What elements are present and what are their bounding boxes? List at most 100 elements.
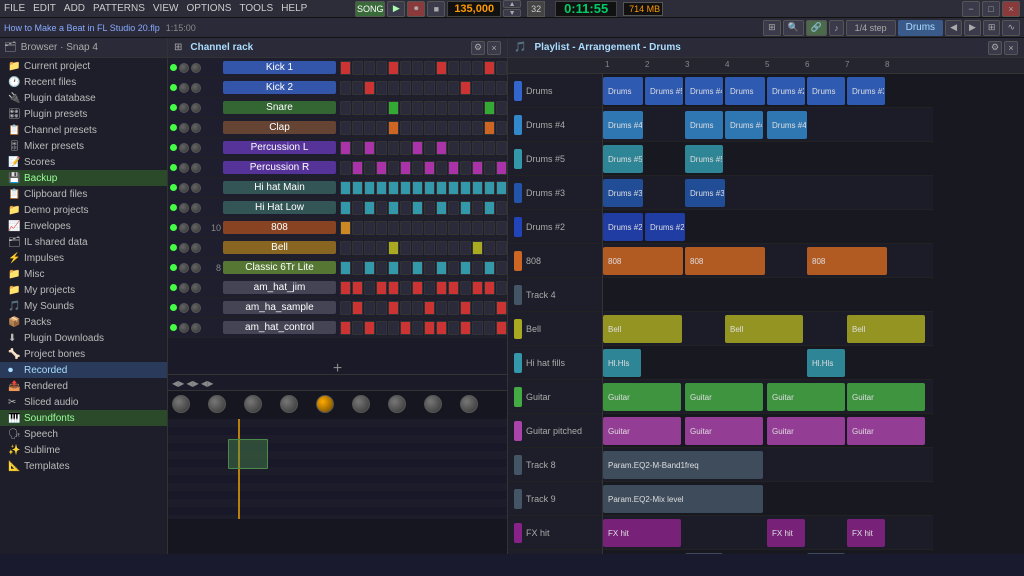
track-label-8[interactable]: Hi hat fills — [508, 346, 602, 380]
pad-13-4[interactable] — [388, 321, 399, 335]
sidebar-item-il-shared-data[interactable]: 🗂IL shared data — [0, 234, 167, 250]
pad-7-13[interactable] — [496, 201, 507, 215]
ch-pan-knob-2[interactable] — [191, 103, 201, 113]
pad-1-5[interactable] — [400, 81, 411, 95]
pad-5-0[interactable] — [340, 161, 351, 175]
track-label-11[interactable]: Track 8 — [508, 448, 602, 482]
sidebar-item-plugin-downloads[interactable]: ⬇Plugin Downloads — [0, 330, 167, 346]
pad-11-3[interactable] — [376, 281, 387, 295]
ch-led-4[interactable] — [170, 144, 177, 151]
pad-5-9[interactable] — [448, 161, 459, 175]
pad-13-0[interactable] — [340, 321, 351, 335]
ch-pan-knob-9[interactable] — [191, 243, 201, 253]
pad-10-10[interactable] — [460, 261, 471, 275]
pad-9-2[interactable] — [364, 241, 375, 255]
ch-led-8[interactable] — [170, 224, 177, 231]
ch-pan-knob-12[interactable] — [191, 303, 201, 313]
pad-1-7[interactable] — [424, 81, 435, 95]
pattern-block-14-1[interactable]: YFX_2 — [807, 553, 845, 554]
knob-9[interactable] — [460, 395, 478, 413]
ch-name-3[interactable]: Clap — [223, 121, 336, 134]
menu-options[interactable]: OPTIONS — [186, 3, 231, 14]
pattern-block-0-4[interactable]: Drums #2 — [767, 77, 805, 105]
pattern-block-10-3[interactable]: Guitar — [847, 417, 925, 445]
pattern-block-1-1[interactable]: Drums — [685, 111, 723, 139]
ch-vol-knob-9[interactable] — [179, 243, 189, 253]
sidebar-item-rendered[interactable]: 📤Rendered — [0, 378, 167, 394]
ch-name-6[interactable]: Hi hat Main — [223, 181, 336, 194]
pattern-block-3-1[interactable]: Drums #3 — [685, 179, 725, 207]
pattern-block-13-1[interactable]: FX hit — [767, 519, 805, 547]
ch-vol-knob-2[interactable] — [179, 103, 189, 113]
pad-7-12[interactable] — [484, 201, 495, 215]
pad-9-8[interactable] — [436, 241, 447, 255]
pad-0-3[interactable] — [376, 61, 387, 75]
pad-12-7[interactable] — [424, 301, 435, 315]
pattern-block-1-0[interactable]: Drums #4 — [603, 111, 643, 139]
pad-9-12[interactable] — [484, 241, 495, 255]
pattern-block-13-2[interactable]: FX hit — [847, 519, 885, 547]
pad-0-9[interactable] — [448, 61, 459, 75]
pad-7-6[interactable] — [412, 201, 423, 215]
song-mode-btn[interactable]: SONG — [355, 1, 385, 17]
pad-2-3[interactable] — [376, 101, 387, 115]
sidebar-item-project-bones[interactable]: 🦴Project bones — [0, 346, 167, 362]
ch-name-5[interactable]: Percussion R — [223, 161, 336, 174]
pad-3-1[interactable] — [352, 121, 363, 135]
pad-12-6[interactable] — [412, 301, 423, 315]
pad-3-3[interactable] — [376, 121, 387, 135]
audio-btn[interactable]: ♪ — [829, 20, 844, 36]
pad-12-11[interactable] — [472, 301, 483, 315]
pattern-block-5-1[interactable]: 808 — [685, 247, 765, 275]
pad-3-8[interactable] — [436, 121, 447, 135]
pad-1-12[interactable] — [484, 81, 495, 95]
ch-pan-knob-7[interactable] — [191, 203, 201, 213]
pattern-block-12-0[interactable]: Param.EQ2-Mix level — [603, 485, 763, 513]
pad-13-10[interactable] — [460, 321, 471, 335]
ch-led-9[interactable] — [170, 244, 177, 251]
channel-settings-btn[interactable]: ⚙ — [471, 41, 485, 55]
ch-name-0[interactable]: Kick 1 — [223, 61, 336, 74]
pad-6-11[interactable] — [472, 181, 483, 195]
pattern-block-0-5[interactable]: Drums — [807, 77, 845, 105]
pad-5-7[interactable] — [424, 161, 435, 175]
pad-9-3[interactable] — [376, 241, 387, 255]
pad-1-6[interactable] — [412, 81, 423, 95]
pad-0-2[interactable] — [364, 61, 375, 75]
sidebar-item-clipboard-files[interactable]: 📋Clipboard files — [0, 186, 167, 202]
ch-led-5[interactable] — [170, 164, 177, 171]
ch-led-6[interactable] — [170, 184, 177, 191]
ch-led-1[interactable] — [170, 84, 177, 91]
ch-vol-knob-12[interactable] — [179, 303, 189, 313]
pattern-block-7-1[interactable]: Bell — [725, 315, 803, 343]
pad-0-10[interactable] — [460, 61, 471, 75]
pad-12-4[interactable] — [388, 301, 399, 315]
pattern-block-8-1[interactable]: Hl.Hls — [807, 349, 845, 377]
pad-11-0[interactable] — [340, 281, 351, 295]
track-label-1[interactable]: Drums #4 — [508, 108, 602, 142]
pad-8-7[interactable] — [424, 221, 435, 235]
playlist-close[interactable]: × — [1004, 41, 1018, 55]
pad-13-6[interactable] — [412, 321, 423, 335]
pad-1-11[interactable] — [472, 81, 483, 95]
pad-1-0[interactable] — [340, 81, 351, 95]
ch-vol-knob-11[interactable] — [179, 283, 189, 293]
pad-8-3[interactable] — [376, 221, 387, 235]
pad-0-13[interactable] — [496, 61, 507, 75]
pad-4-13[interactable] — [496, 141, 507, 155]
playlist-settings[interactable]: ⚙ — [988, 41, 1002, 55]
pad-3-5[interactable] — [400, 121, 411, 135]
pad-11-9[interactable] — [448, 281, 459, 295]
knob-1[interactable] — [172, 395, 190, 413]
pattern-block-8-0[interactable]: Hl.Hls — [603, 349, 641, 377]
record-btn[interactable]: ⏺ — [407, 1, 425, 17]
pad-11-4[interactable] — [388, 281, 399, 295]
pad-4-8[interactable] — [436, 141, 447, 155]
pad-6-4[interactable] — [388, 181, 399, 195]
sidebar-item-backup[interactable]: 💾Backup — [0, 170, 167, 186]
pad-6-13[interactable] — [496, 181, 507, 195]
pad-6-7[interactable] — [424, 181, 435, 195]
pattern-block-13-0[interactable]: FX hit — [603, 519, 681, 547]
play-btn[interactable]: ▶ — [387, 1, 405, 17]
pad-2-11[interactable] — [472, 101, 483, 115]
